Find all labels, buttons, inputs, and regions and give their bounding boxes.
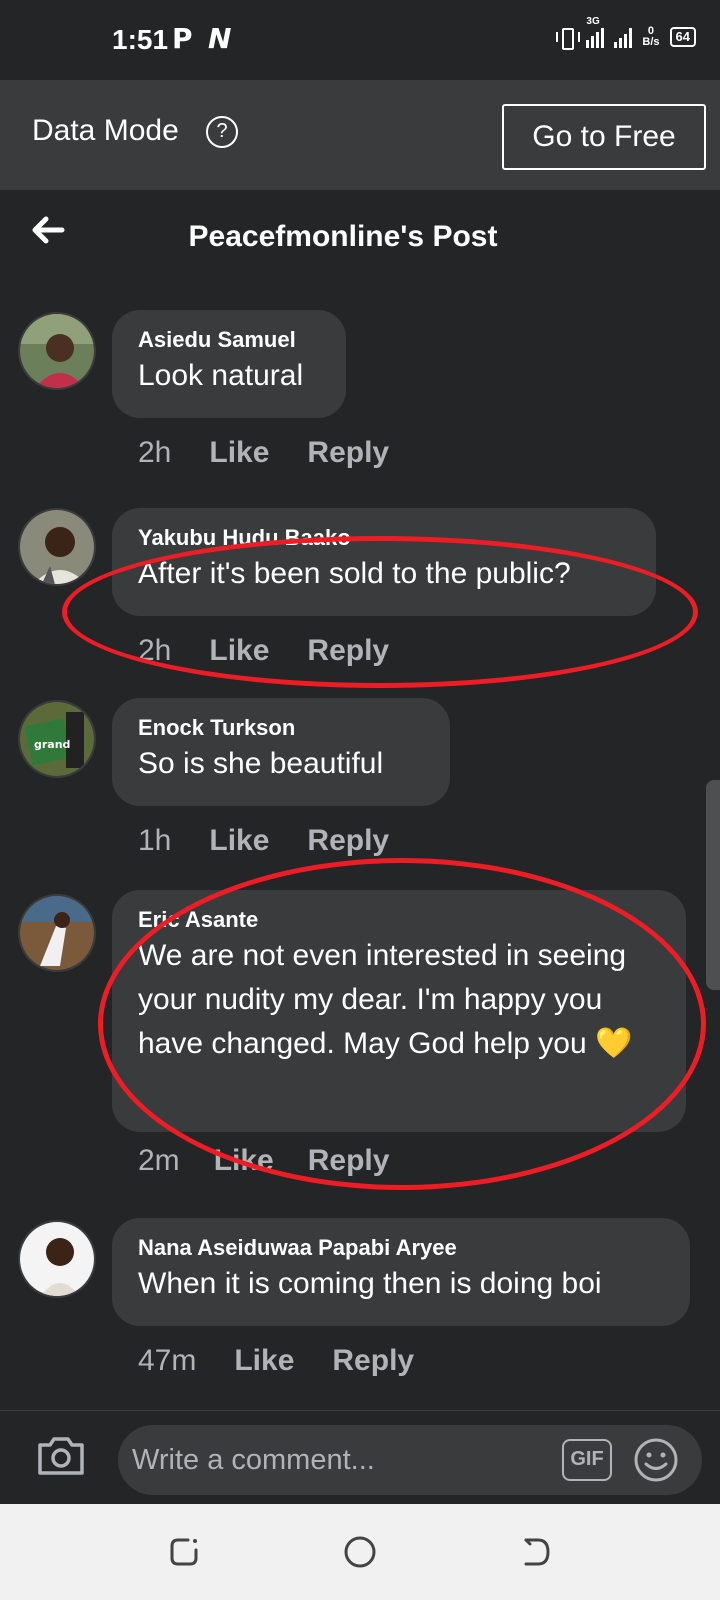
like-button[interactable]: Like xyxy=(234,1344,294,1378)
emoji-icon[interactable] xyxy=(632,1436,680,1484)
reply-button[interactable]: Reply xyxy=(307,824,389,858)
comment-item: Asiedu Samuel Look natural 2h Like Reply xyxy=(0,310,720,490)
comment-item: Eric Asante We are not even interested i… xyxy=(0,890,720,1200)
comment-item: grand Enock Turkson So is she beautiful … xyxy=(0,698,720,878)
comment-input[interactable] xyxy=(132,1425,542,1495)
comment-time: 2h xyxy=(138,634,172,667)
network-type-label: 3G xyxy=(586,16,600,27)
like-button[interactable]: Like xyxy=(209,824,269,858)
commenter-name[interactable]: Yakubu Hudu Baako xyxy=(138,524,630,552)
reply-button[interactable]: Reply xyxy=(307,634,389,668)
signal-3g-icon: 3G xyxy=(586,16,605,48)
avatar[interactable] xyxy=(18,894,96,972)
status-bar: 1:51 P N 3G 0 B/s 64 xyxy=(0,0,720,80)
network-speed: 0 B/s xyxy=(642,26,659,48)
avatar[interactable] xyxy=(18,508,96,586)
reply-button[interactable]: Reply xyxy=(308,1144,390,1178)
comment-input-wrapper: GIF xyxy=(118,1425,702,1495)
avatar[interactable] xyxy=(18,312,96,390)
page-title: Peacefmonline's Post xyxy=(188,220,498,253)
comment-time: 47m xyxy=(138,1344,197,1377)
comment-text: When it is coming then is doing boi xyxy=(138,1267,602,1300)
comment-item: Yakubu Hudu Baako After it's been sold t… xyxy=(0,508,720,688)
comment-bubble[interactable]: Asiedu Samuel Look natural xyxy=(112,310,346,418)
reply-button[interactable]: Reply xyxy=(307,436,389,470)
commenter-name[interactable]: Enock Turkson xyxy=(138,714,424,742)
data-mode-label: Data Mode xyxy=(32,114,179,147)
comment-item: Nana Aseiduwaa Papabi Aryee When it is c… xyxy=(0,1218,720,1398)
comment-bubble[interactable]: Eric Asante We are not even interested i… xyxy=(112,890,686,1132)
data-mode-banner: Data Mode ? Go to Free xyxy=(0,80,720,190)
like-button[interactable]: Like xyxy=(214,1144,274,1178)
post-header: Peacefmonline's Post xyxy=(0,190,720,290)
gif-icon[interactable]: GIF xyxy=(562,1439,612,1481)
recent-apps-icon[interactable] xyxy=(164,1532,204,1572)
comment-time: 2m xyxy=(138,1144,180,1177)
back-nav-icon[interactable] xyxy=(516,1532,556,1572)
like-button[interactable]: Like xyxy=(209,436,269,470)
comment-actions: 2h Like Reply xyxy=(138,436,389,470)
comment-text: So is she beautiful xyxy=(138,747,384,780)
comment-bubble[interactable]: Nana Aseiduwaa Papabi Aryee When it is c… xyxy=(112,1218,690,1326)
speed-unit: B/s xyxy=(642,36,660,48)
comment-actions: 1h Like Reply xyxy=(138,824,389,858)
comment-text: We are not even interested in seeing you… xyxy=(138,939,633,1060)
commenter-name[interactable]: Nana Aseiduwaa Papabi Aryee xyxy=(138,1234,664,1262)
p-app-icon: P xyxy=(172,22,193,55)
commenter-name[interactable]: Asiedu Samuel xyxy=(138,326,320,354)
comment-actions: 2h Like Reply xyxy=(138,634,389,668)
comment-text: After it's been sold to the public? xyxy=(138,557,571,590)
home-icon[interactable] xyxy=(340,1532,380,1572)
svg-text:grand: grand xyxy=(34,738,70,751)
back-arrow-icon[interactable] xyxy=(28,210,68,250)
comment-text: Look natural xyxy=(138,359,304,392)
like-button[interactable]: Like xyxy=(209,634,269,668)
system-nav-bar xyxy=(0,1504,720,1600)
comment-composer: GIF xyxy=(0,1410,720,1504)
comment-actions: 47m Like Reply xyxy=(138,1344,414,1378)
comment-time: 1h xyxy=(138,824,172,857)
comment-time: 2h xyxy=(138,436,172,469)
vibrate-icon xyxy=(556,26,581,50)
status-time: 1:51 xyxy=(112,24,169,55)
go-to-free-button[interactable]: Go to Free xyxy=(502,104,706,170)
reply-button[interactable]: Reply xyxy=(332,1344,414,1378)
scrollbar[interactable] xyxy=(706,780,720,990)
avatar[interactable] xyxy=(18,1220,96,1298)
n-app-icon: N xyxy=(208,22,232,55)
comment-bubble[interactable]: Enock Turkson So is she beautiful xyxy=(112,698,450,806)
comment-actions: 2m Like Reply xyxy=(138,1144,389,1178)
help-icon[interactable]: ? xyxy=(206,116,238,148)
comment-bubble[interactable]: Yakubu Hudu Baako After it's been sold t… xyxy=(112,508,656,616)
status-indicators: 3G 0 B/s 64 xyxy=(556,16,696,50)
signal-bars-icon xyxy=(614,26,633,48)
battery-icon: 64 xyxy=(669,27,696,47)
commenter-name[interactable]: Eric Asante xyxy=(138,906,660,934)
camera-icon[interactable] xyxy=(36,1433,86,1477)
avatar[interactable]: grand xyxy=(18,700,96,778)
